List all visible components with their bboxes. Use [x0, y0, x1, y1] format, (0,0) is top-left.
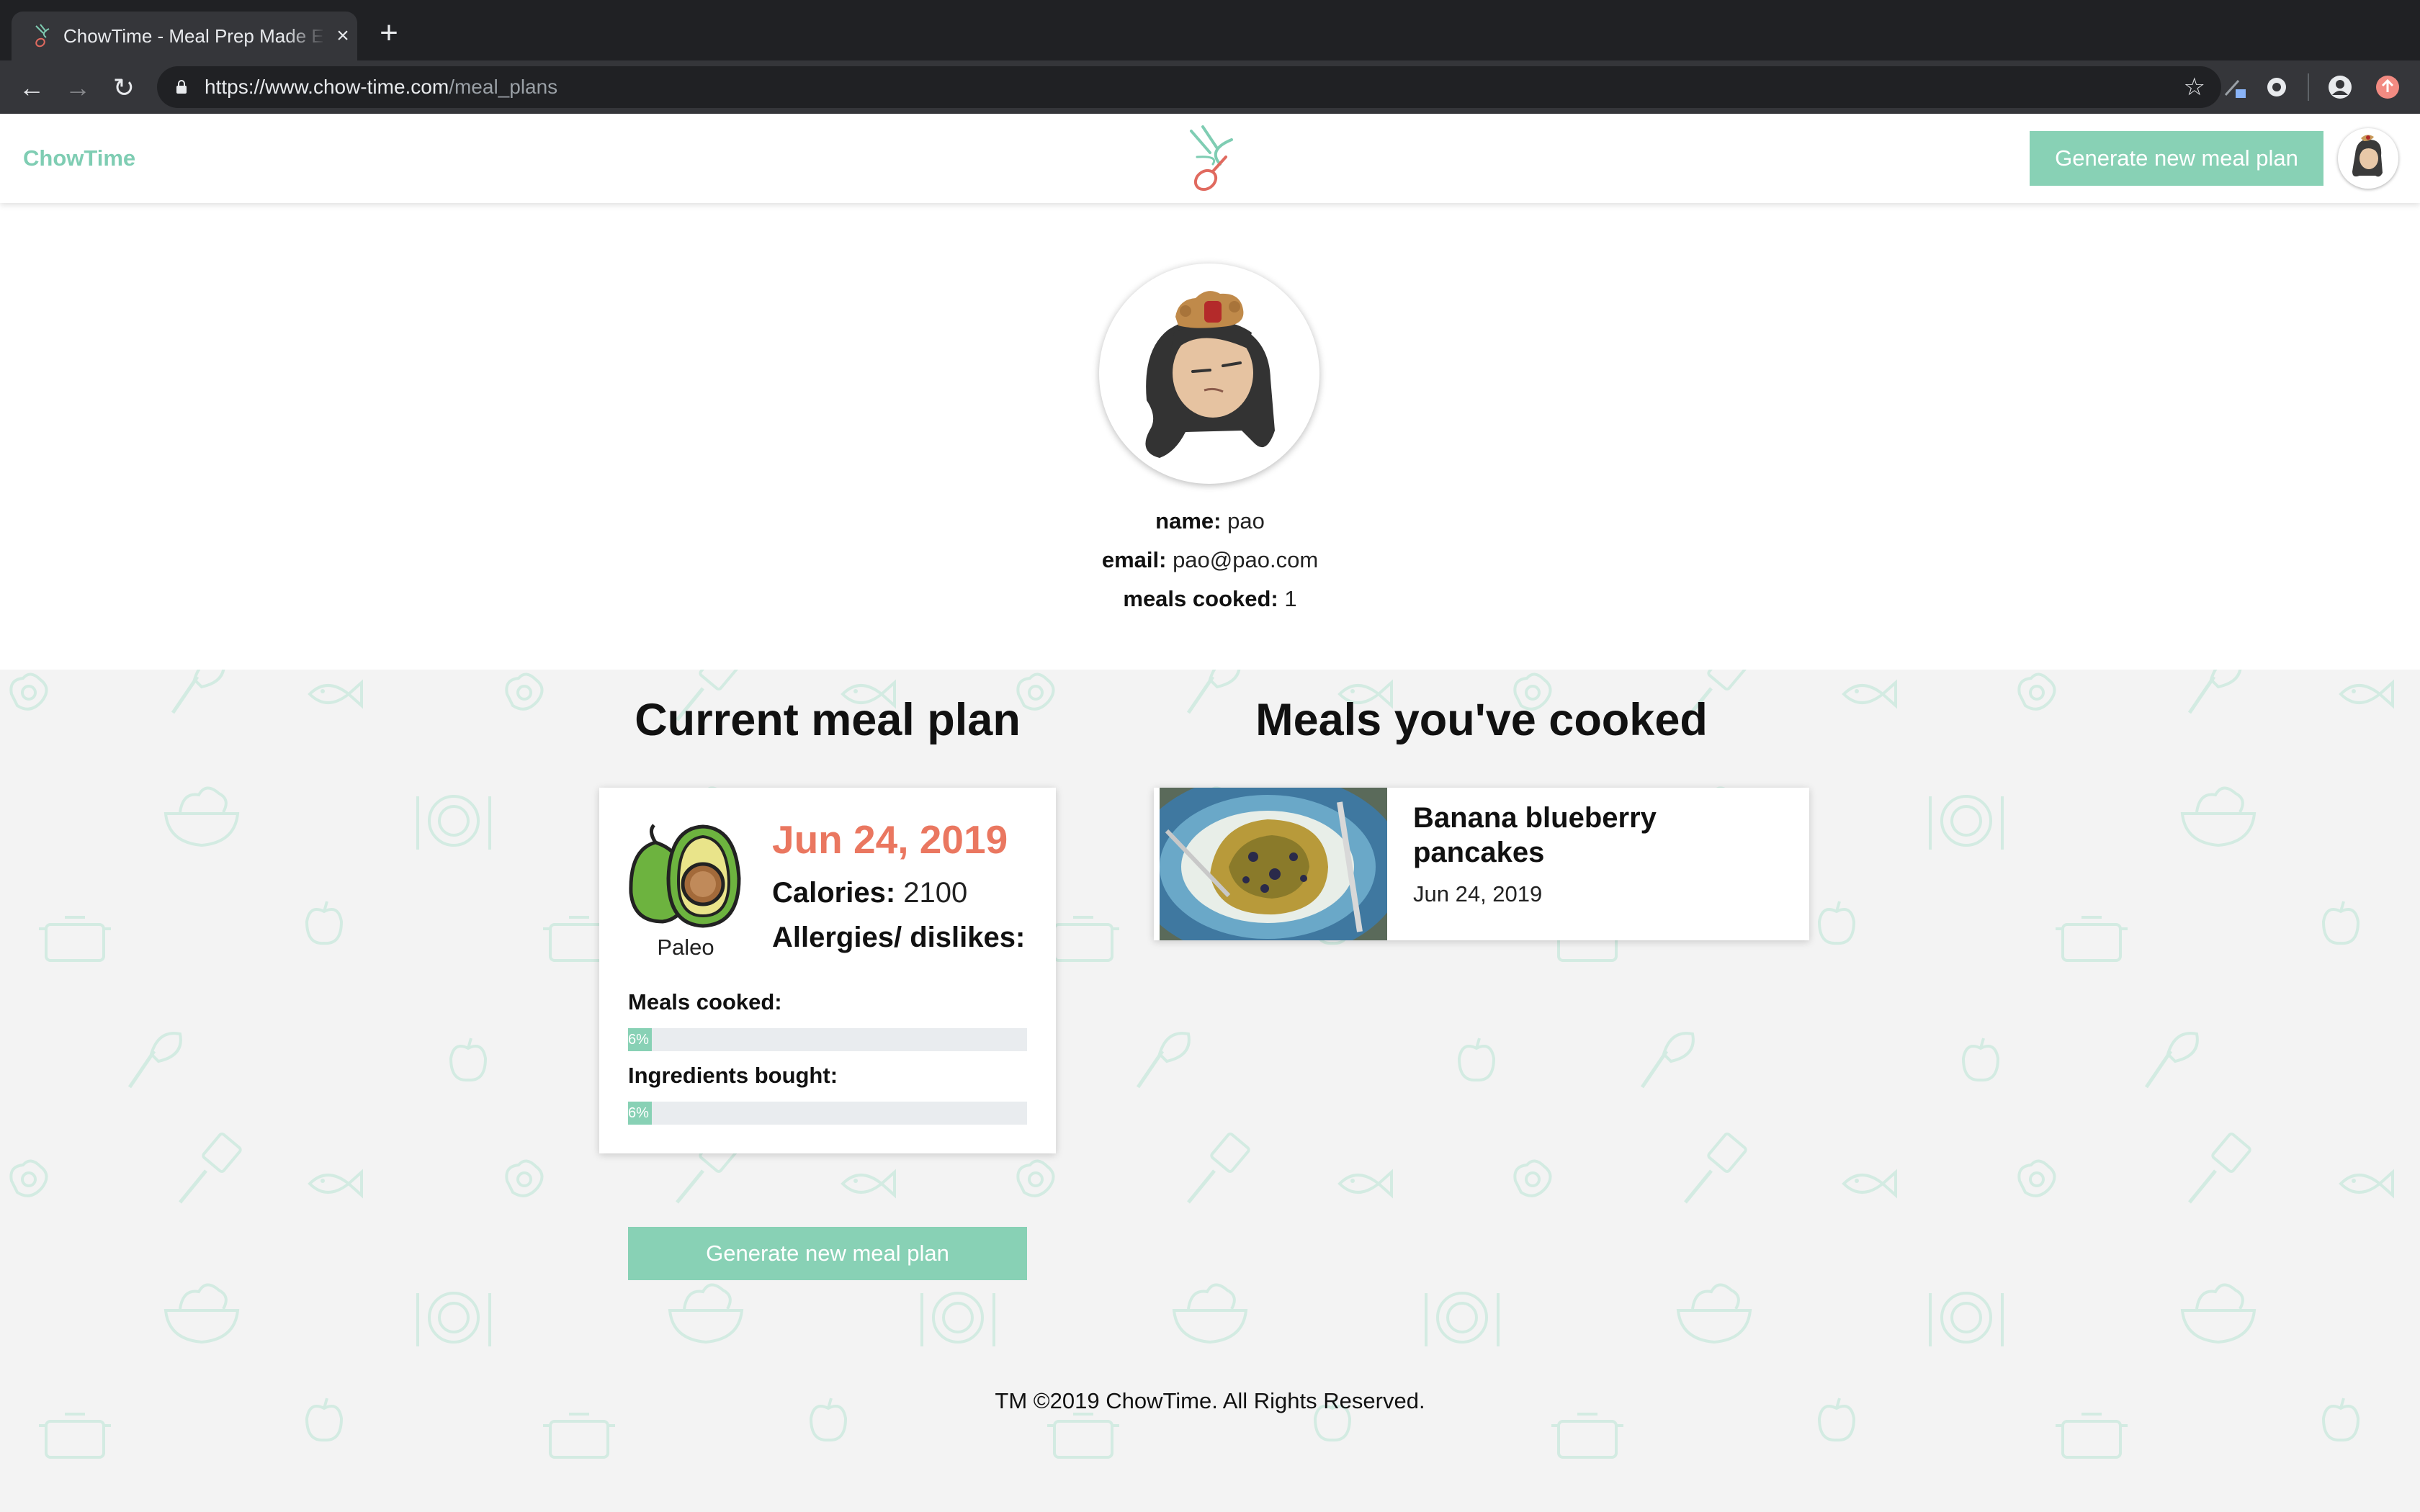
ingredients-bought-progress: 6%	[628, 1102, 1027, 1125]
current-meal-plan-card[interactable]: Paleo Jun 24, 2019 Calories: 2100 Allerg…	[599, 788, 1056, 1153]
back-arrow-icon[interactable]: ←	[16, 72, 48, 104]
generate-meal-plan-button[interactable]: Generate new meal plan	[628, 1227, 1027, 1280]
profile-email: email: pao@pao.com	[1101, 547, 1319, 572]
pancakes-photo	[1160, 788, 1387, 940]
extension-icon[interactable]	[2221, 73, 2249, 101]
meals-cooked-progress-fill: 6%	[628, 1028, 653, 1051]
extension-circle-icon[interactable]	[2263, 73, 2290, 101]
address-bar[interactable]: https://www.chow-time.com/meal_plans ☆	[157, 66, 2221, 108]
close-icon[interactable]: ×	[333, 25, 353, 47]
profile-name: name: pao	[1155, 508, 1265, 534]
meals-cooked-label: Meals cooked:	[628, 989, 782, 1014]
cooked-meal-card[interactable]: Banana blueberry pancakes Jun 24, 2019	[1154, 788, 1809, 940]
current-meal-plan-heading: Current meal plan	[635, 695, 1021, 745]
toolbar-divider	[2308, 73, 2309, 101]
plan-date: Jun 24, 2019	[772, 817, 1008, 862]
generate-meal-plan-header-button[interactable]: Generate new meal plan	[2030, 131, 2323, 186]
app-header: ChowTime Generate new meal plan	[0, 114, 2420, 203]
browser-tab-bar: ChowTime - Meal Prep Made E × +	[0, 0, 2420, 60]
allergies-label: Allergies/ dislikes:	[772, 922, 1026, 953]
url-text: https://www.chow-time.com/meal_plans	[205, 76, 558, 98]
ingredients-bought-progress-fill: 6%	[628, 1102, 653, 1125]
lock-icon	[176, 80, 187, 94]
ingredients-bought-label: Ingredients bought:	[628, 1063, 838, 1088]
avocado-icon	[629, 824, 741, 928]
brand-link[interactable]: ChowTime	[23, 114, 135, 203]
user-avatar[interactable]	[2338, 128, 2398, 189]
browser-tab[interactable]: ChowTime - Meal Prep Made E ×	[12, 12, 357, 60]
profile-avatar	[1099, 264, 1319, 484]
profile-avatar-icon	[1145, 291, 1275, 458]
browser-toolbar: ← → ↻ https://www.chow-time.com/meal_pla…	[0, 60, 2420, 114]
tab-title-fade	[285, 12, 326, 60]
meals-cooked-progress: 6%	[628, 1028, 1027, 1051]
user-avatar-icon	[2352, 135, 2383, 177]
chowtime-logo-icon	[35, 24, 50, 48]
calories-line: Calories: 2100	[772, 877, 968, 909]
profile-meals-cooked: meals cooked: 1	[1123, 586, 1297, 611]
profile-icon[interactable]	[2326, 73, 2354, 101]
footer-copyright: TM ©2019 ChowTime. All Rights Reserved.	[995, 1388, 1425, 1413]
cooked-meal-name[interactable]: Banana blueberry pancakes	[1413, 801, 1788, 870]
forward-arrow-icon[interactable]: →	[62, 72, 94, 104]
profile-section: name: pao email: pao@pao.com meals cooke…	[0, 203, 2420, 670]
diet-label: Paleo	[657, 935, 714, 960]
tab-title: ChowTime - Meal Prep Made E	[63, 25, 323, 47]
reload-icon[interactable]: ↻	[108, 72, 140, 104]
plus-icon[interactable]: +	[375, 17, 403, 49]
star-icon[interactable]: ☆	[2184, 73, 2205, 101]
cooked-meal-date: Jun 24, 2019	[1413, 881, 1543, 906]
chowtime-logo-icon[interactable]	[1175, 124, 1245, 196]
meal-photo	[1160, 788, 1387, 940]
update-icon[interactable]	[2374, 73, 2401, 101]
meals-cooked-heading: Meals you've cooked	[1255, 695, 1708, 745]
